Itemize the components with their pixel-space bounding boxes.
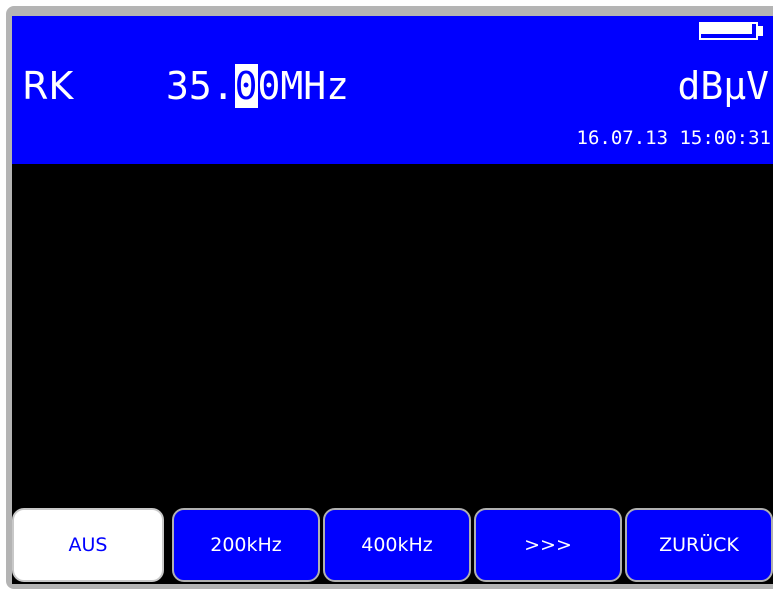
header-bar: RK 35.00MHz dBµV 16.07.13 15:00:31	[12, 16, 773, 164]
softkey-400khz[interactable]: 400kHz	[323, 508, 471, 582]
softkey-bar: AUS 200kHz 400kHz >>> ZURÜCK	[12, 508, 773, 584]
date-time: 16.07.13 15:00:31	[576, 127, 771, 149]
frequency-digits-after-cursor: 0MHz	[257, 64, 350, 108]
measurement-display	[12, 164, 773, 508]
mode-label: RK	[22, 64, 74, 108]
softkey-aus[interactable]: AUS	[12, 508, 164, 582]
battery-fill	[701, 24, 752, 34]
screen: RK 35.00MHz dBµV 16.07.13 15:00:31 AUS 2…	[12, 16, 773, 584]
frequency-cursor-digit[interactable]: 0	[234, 64, 258, 108]
softkey-more[interactable]: >>>	[474, 508, 622, 582]
softkey-zurueck[interactable]: ZURÜCK	[625, 508, 773, 582]
softkey-200khz[interactable]: 200kHz	[172, 508, 320, 582]
battery-tip	[758, 26, 763, 36]
frequency-digits-before-cursor: 35.	[166, 64, 235, 108]
level-unit: dBµV	[677, 64, 769, 108]
frequency-readout[interactable]: 35.00MHz	[166, 64, 349, 108]
battery-full-icon	[699, 22, 763, 40]
device: RK 35.00MHz dBµV 16.07.13 15:00:31 AUS 2…	[0, 0, 773, 589]
